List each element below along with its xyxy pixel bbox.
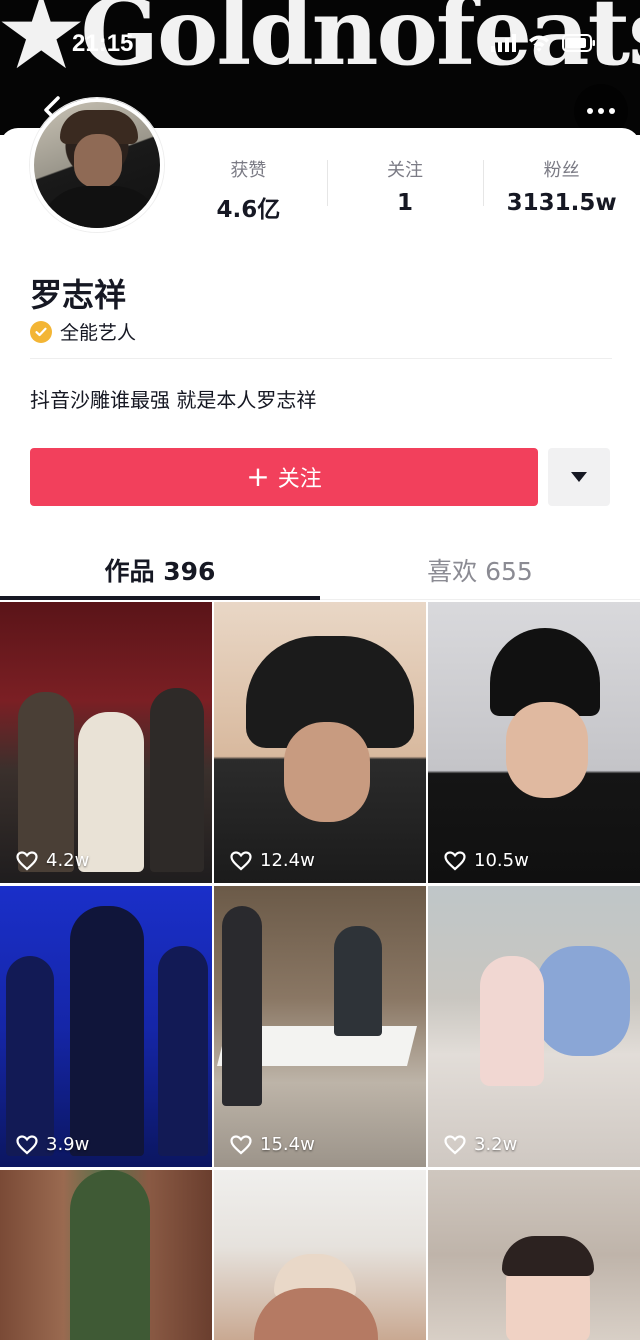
more-icon <box>587 108 593 114</box>
tab-works[interactable]: 作品 396 <box>0 538 320 600</box>
thumbnail-figure <box>158 946 208 1156</box>
thumbnail-face <box>506 702 588 798</box>
stat-following[interactable]: 关注 1 <box>326 128 484 238</box>
like-count: 4.2w <box>16 850 89 871</box>
avatar-face <box>74 134 122 188</box>
heart-icon <box>16 850 38 871</box>
thumbnail-hair <box>502 1236 594 1276</box>
like-count: 10.5w <box>444 850 529 871</box>
content-tabs: 作品 396 喜欢 655 <box>0 538 640 600</box>
like-count: 15.4w <box>230 1134 315 1155</box>
video-thumbnail[interactable]: 10.5w <box>428 602 640 883</box>
like-count-text: 3.2w <box>474 1134 518 1155</box>
follow-label: 关注 <box>277 467 322 492</box>
heart-icon <box>230 850 252 871</box>
thumbnail-figure <box>150 688 204 872</box>
tab-likes[interactable]: 喜欢 655 <box>320 538 640 599</box>
thumbnail-figure <box>18 692 74 872</box>
heart-icon <box>16 1134 38 1155</box>
stat-label: 关注 <box>387 160 423 181</box>
thumbnail-figure <box>334 926 382 1036</box>
like-count-text: 15.4w <box>260 1134 315 1155</box>
stat-followers[interactable]: 粉丝 3131.5w <box>483 128 640 238</box>
heart-icon <box>444 1134 466 1155</box>
more-icon-dot <box>598 108 604 114</box>
video-thumbnail[interactable]: 15.4w <box>214 886 426 1167</box>
thumbnail-figure <box>78 712 144 872</box>
signal-icon <box>491 34 516 52</box>
video-thumbnail[interactable]: 3.9w <box>0 886 212 1167</box>
thumbnail-tree <box>70 1170 150 1340</box>
profile-bio: 抖音沙雕谁最强 就是本人罗志祥 <box>30 388 317 412</box>
avatar-shirt <box>38 186 160 228</box>
like-count: 3.9w <box>16 1134 89 1155</box>
badge-text: 全能艺人 <box>60 322 137 344</box>
like-count-text: 12.4w <box>260 850 315 871</box>
heart-icon <box>230 1134 252 1155</box>
heart-icon <box>444 850 466 871</box>
thumbnail-face <box>284 722 370 822</box>
divider <box>30 358 612 359</box>
like-count: 12.4w <box>230 850 315 871</box>
verified-icon <box>30 320 52 343</box>
more-icon-dot <box>609 108 615 114</box>
profile-stats: 获赞 4.6亿 关注 1 粉丝 3131.5w <box>170 128 640 238</box>
like-count-text: 3.9w <box>46 1134 90 1155</box>
thumbnail-hair <box>254 1288 378 1340</box>
stat-likes[interactable]: 获赞 4.6亿 <box>170 128 327 238</box>
profile-name: 罗志祥 <box>30 276 127 314</box>
stat-value: 4.6亿 <box>216 197 281 223</box>
stat-value: 1 <box>397 190 414 216</box>
stat-label: 粉丝 <box>543 160 580 181</box>
video-thumbnail[interactable] <box>428 1170 640 1340</box>
like-count-text: 10.5w <box>474 850 529 871</box>
video-grid: 4.2w 12.4w 10.5w 3.9w 15.4w 3.2w <box>0 602 640 1340</box>
wifi-icon <box>528 34 550 52</box>
video-thumbnail[interactable]: 3.2w <box>428 886 640 1167</box>
recommend-dropdown-button[interactable] <box>548 448 610 506</box>
verified-badge: 全能艺人 <box>30 318 136 345</box>
caret-down-icon <box>571 472 587 482</box>
video-thumbnail[interactable] <box>0 1170 212 1340</box>
like-count: 3.2w <box>444 1134 517 1155</box>
stat-value: 3131.5w <box>506 190 617 216</box>
thumbnail-figure <box>70 906 144 1156</box>
thumbnail-child <box>480 956 544 1086</box>
status-time: 21:15 <box>72 30 134 57</box>
battery-icon <box>562 34 596 52</box>
follow-button[interactable]: + 关注 <box>30 448 538 506</box>
like-count-text: 4.2w <box>46 850 90 871</box>
thumbnail-figure <box>6 956 54 1156</box>
video-thumbnail[interactable]: 12.4w <box>214 602 426 883</box>
stat-label: 获赞 <box>230 160 267 181</box>
video-thumbnail[interactable] <box>214 1170 426 1340</box>
video-thumbnail[interactable]: 4.2w <box>0 602 212 883</box>
status-icons <box>491 34 596 52</box>
plus-icon: + <box>246 460 270 493</box>
thumbnail-toy <box>536 946 630 1056</box>
avatar[interactable] <box>30 98 164 232</box>
thumbnail-figure <box>222 906 262 1106</box>
